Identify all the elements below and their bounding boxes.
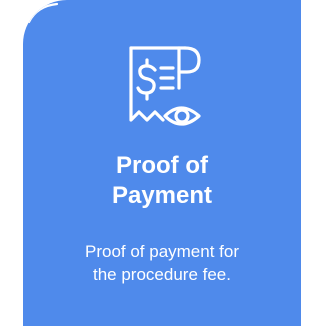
card-description: Proof of payment for the procedure fee. xyxy=(23,240,301,286)
card-description-line-1: Proof of payment for xyxy=(84,242,240,261)
card-title-line-1: Proof of xyxy=(116,152,208,179)
proof-of-payment-card[interactable]: Proof of Payment Proof of payment for th… xyxy=(23,0,301,326)
receipt-with-dollar-and-eye-icon xyxy=(129,46,201,126)
card-description-line-2: the procedure fee. xyxy=(93,265,231,284)
card-title-line-2: Payment xyxy=(111,182,213,209)
card-title: Proof of Payment xyxy=(23,151,301,211)
